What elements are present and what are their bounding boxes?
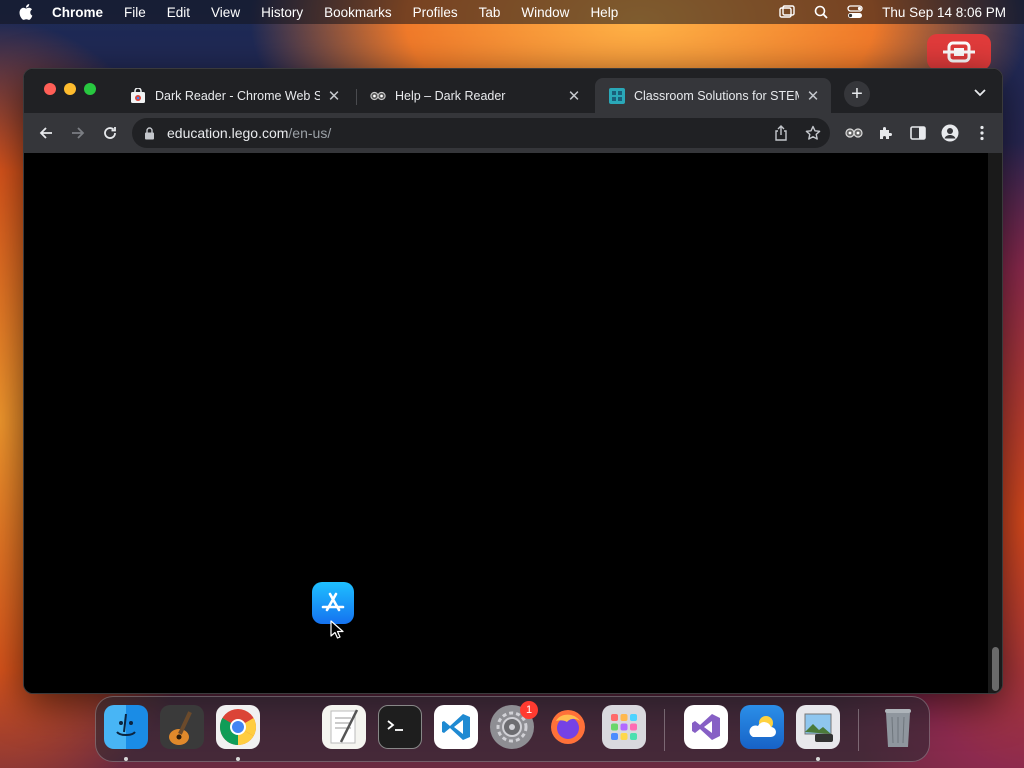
new-tab-button[interactable]: + <box>844 81 870 107</box>
browser-toolbar: education.lego.com/en-us/ <box>24 113 1002 153</box>
terminal-icon[interactable] <box>378 705 422 749</box>
chrome-web-store-icon <box>130 87 146 104</box>
url-path: /en-us/ <box>288 125 332 141</box>
running-indicator <box>124 757 128 761</box>
dock-separator <box>664 709 665 751</box>
back-button[interactable] <box>32 119 60 147</box>
close-tab-icon[interactable]: ✕ <box>805 88 821 105</box>
lego-education-icon <box>609 87 625 104</box>
vertical-scrollbar[interactable] <box>988 153 1002 693</box>
close-tab-icon[interactable]: ✕ <box>326 88 342 105</box>
launchpad-icon[interactable] <box>602 705 646 749</box>
menu-help[interactable]: Help <box>590 5 618 20</box>
chrome-window: Dark Reader - Chrome Web Store ✕ Help – … <box>23 68 1003 694</box>
app-store-icon[interactable] <box>312 582 354 624</box>
menu-bookmarks[interactable]: Bookmarks <box>324 5 392 20</box>
tab-dark-reader-web-store[interactable]: Dark Reader - Chrome Web Store ✕ <box>116 78 352 113</box>
menu-bar: Chrome File Edit View History Bookmarks … <box>0 0 1024 24</box>
dark-reader-extension-icon[interactable] <box>842 121 866 145</box>
tab-title: Dark Reader - Chrome Web Store <box>155 88 320 103</box>
menu-bar-clock[interactable]: Thu Sep 14 8:06 PM <box>882 5 1006 20</box>
menu-history[interactable]: History <box>261 5 303 20</box>
control-center-icon[interactable] <box>846 3 864 21</box>
running-indicator <box>236 757 240 761</box>
dock: 1 <box>95 696 930 762</box>
trash-icon[interactable] <box>876 705 920 749</box>
preview-icon[interactable] <box>796 705 840 749</box>
finder-icon[interactable] <box>104 705 148 749</box>
forward-button[interactable] <box>64 119 92 147</box>
spotlight-search-icon[interactable] <box>812 3 830 21</box>
menu-app-name[interactable]: Chrome <box>52 5 103 20</box>
dark-reader-icon <box>370 88 386 104</box>
firefox-icon[interactable] <box>546 705 590 749</box>
tab-title: Classroom Solutions for STEM <box>634 88 799 103</box>
minimize-window-button[interactable] <box>64 83 76 95</box>
close-window-button[interactable] <box>44 83 56 95</box>
menu-view[interactable]: View <box>211 5 240 20</box>
extensions-puzzle-icon[interactable] <box>874 121 898 145</box>
textedit-icon[interactable] <box>322 705 366 749</box>
window-controls <box>44 83 104 95</box>
desktop-app-icon[interactable] <box>927 34 991 70</box>
visual-studio-code-icon[interactable] <box>434 705 478 749</box>
tab-strip: Dark Reader - Chrome Web Store ✕ Help – … <box>24 69 1002 113</box>
page-content[interactable] <box>24 153 990 693</box>
scrollbar-thumb[interactable] <box>992 647 999 691</box>
bookmark-star-icon[interactable] <box>802 122 824 144</box>
menu-window[interactable]: Window <box>521 5 569 20</box>
tab-title: Help – Dark Reader <box>395 88 506 103</box>
address-bar[interactable]: education.lego.com/en-us/ <box>132 118 830 148</box>
chrome-menu-icon[interactable] <box>970 121 994 145</box>
zoom-window-button[interactable] <box>84 83 96 95</box>
url-host: education.lego.com <box>167 125 289 141</box>
side-panel-icon[interactable] <box>906 121 930 145</box>
profile-avatar-icon[interactable] <box>938 121 962 145</box>
menu-file[interactable]: File <box>124 5 146 20</box>
close-tab-icon[interactable]: ✕ <box>566 88 582 105</box>
tab-classroom-solutions[interactable]: Classroom Solutions for STEM ✕ <box>595 78 831 113</box>
dock-separator <box>858 709 859 751</box>
running-indicator <box>816 757 820 761</box>
tab-search-chevron-icon[interactable] <box>970 83 990 103</box>
menu-profiles[interactable]: Profiles <box>413 5 458 20</box>
visual-studio-icon[interactable] <box>684 705 728 749</box>
menu-tab[interactable]: Tab <box>479 5 501 20</box>
google-chrome-icon[interactable] <box>216 705 260 749</box>
share-icon[interactable] <box>770 122 792 144</box>
screen-mirroring-icon[interactable] <box>778 3 796 21</box>
weather-icon[interactable] <box>740 705 784 749</box>
garageband-icon[interactable] <box>160 705 204 749</box>
reload-button[interactable] <box>96 119 124 147</box>
menu-edit[interactable]: Edit <box>167 5 190 20</box>
mouse-cursor-icon <box>330 620 344 639</box>
notification-badge: 1 <box>520 701 538 719</box>
lock-icon[interactable] <box>144 126 158 140</box>
apple-menu-icon[interactable] <box>18 3 36 21</box>
tab-dark-reader-help[interactable]: Help – Dark Reader ✕ <box>356 78 592 113</box>
